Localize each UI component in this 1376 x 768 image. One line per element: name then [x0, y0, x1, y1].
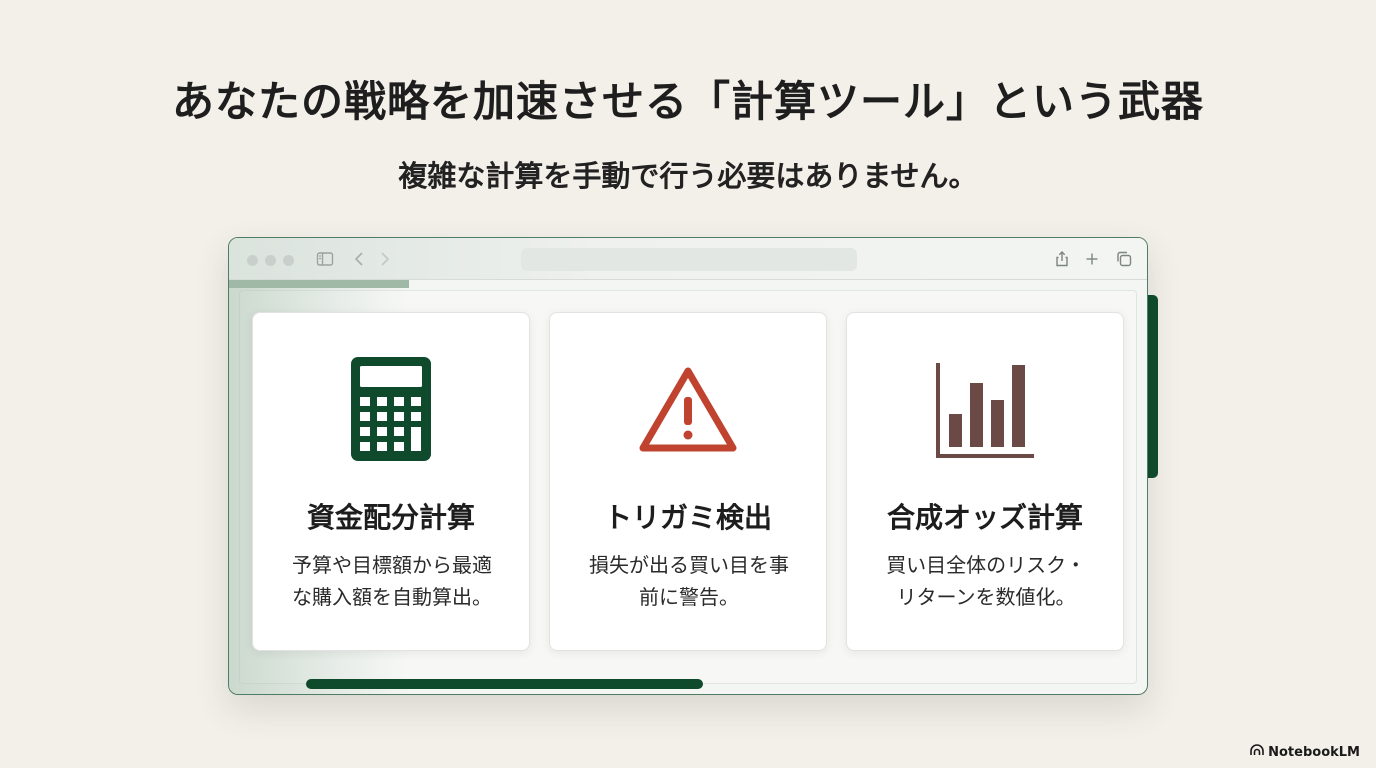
brand-label: NotebookLM [1268, 744, 1360, 760]
card-trigami-detection[interactable]: トリガミ検出 損失が出る買い目を事 前に警告。 [549, 312, 827, 651]
bar-chart-icon [847, 355, 1123, 467]
card-description-line: 買い目全体のリスク・ [886, 553, 1086, 577]
sidebar-icon[interactable] [315, 249, 335, 269]
browser-toolbar [229, 238, 1147, 280]
calculator-icon [253, 355, 529, 467]
horizontal-scrollbar[interactable] [306, 679, 703, 689]
card-description: 損失が出る買い目を事 前に警告。 [570, 549, 808, 613]
notebooklm-logo-icon [1250, 744, 1264, 760]
card-description-line: 前に警告。 [639, 585, 739, 609]
card-description: 予算や目標額から最適 な購入額を自動算出。 [273, 549, 511, 613]
card-title: 合成オッズ計算 [886, 501, 1083, 534]
page-title: あなたの戦略を加速させる「計算ツール」という武器 [171, 77, 1204, 126]
forward-chevron-icon[interactable] [375, 249, 395, 269]
window-zoom-dot[interactable] [283, 255, 294, 266]
tabs-overview-icon[interactable] [1114, 249, 1134, 269]
vertical-scrollbar[interactable] [1148, 295, 1158, 478]
card-combined-odds[interactable]: 合成オッズ計算 買い目全体のリスク・ リターンを数値化。 [846, 312, 1124, 651]
back-chevron-icon[interactable] [349, 249, 369, 269]
new-tab-plus-icon[interactable] [1082, 249, 1102, 269]
window-close-dot[interactable] [247, 255, 258, 266]
share-icon[interactable] [1052, 249, 1072, 269]
card-description-line: 予算や目標額から最適 [292, 553, 492, 577]
card-description-line: 損失が出る買い目を事 [589, 553, 789, 577]
notebooklm-brand: NotebookLM [1250, 744, 1360, 760]
page-subtitle: 複雑な計算を手動で行う必要はありません。 [398, 159, 978, 193]
card-title: 資金配分計算 [306, 501, 475, 534]
address-bar[interactable] [521, 248, 857, 271]
card-description-line: リターンを数値化。 [896, 585, 1076, 609]
card-description: 買い目全体のリスク・ リターンを数値化。 [867, 549, 1105, 613]
sidebar-strip [229, 280, 409, 288]
card-fund-allocation[interactable]: 資金配分計算 予算や目標額から最適 な購入額を自動算出。 [252, 312, 530, 651]
card-title: トリガミ検出 [603, 501, 772, 534]
card-description-line: な購入額を自動算出。 [292, 585, 492, 609]
window-minimize-dot[interactable] [265, 255, 276, 266]
warning-triangle-icon [550, 355, 826, 467]
